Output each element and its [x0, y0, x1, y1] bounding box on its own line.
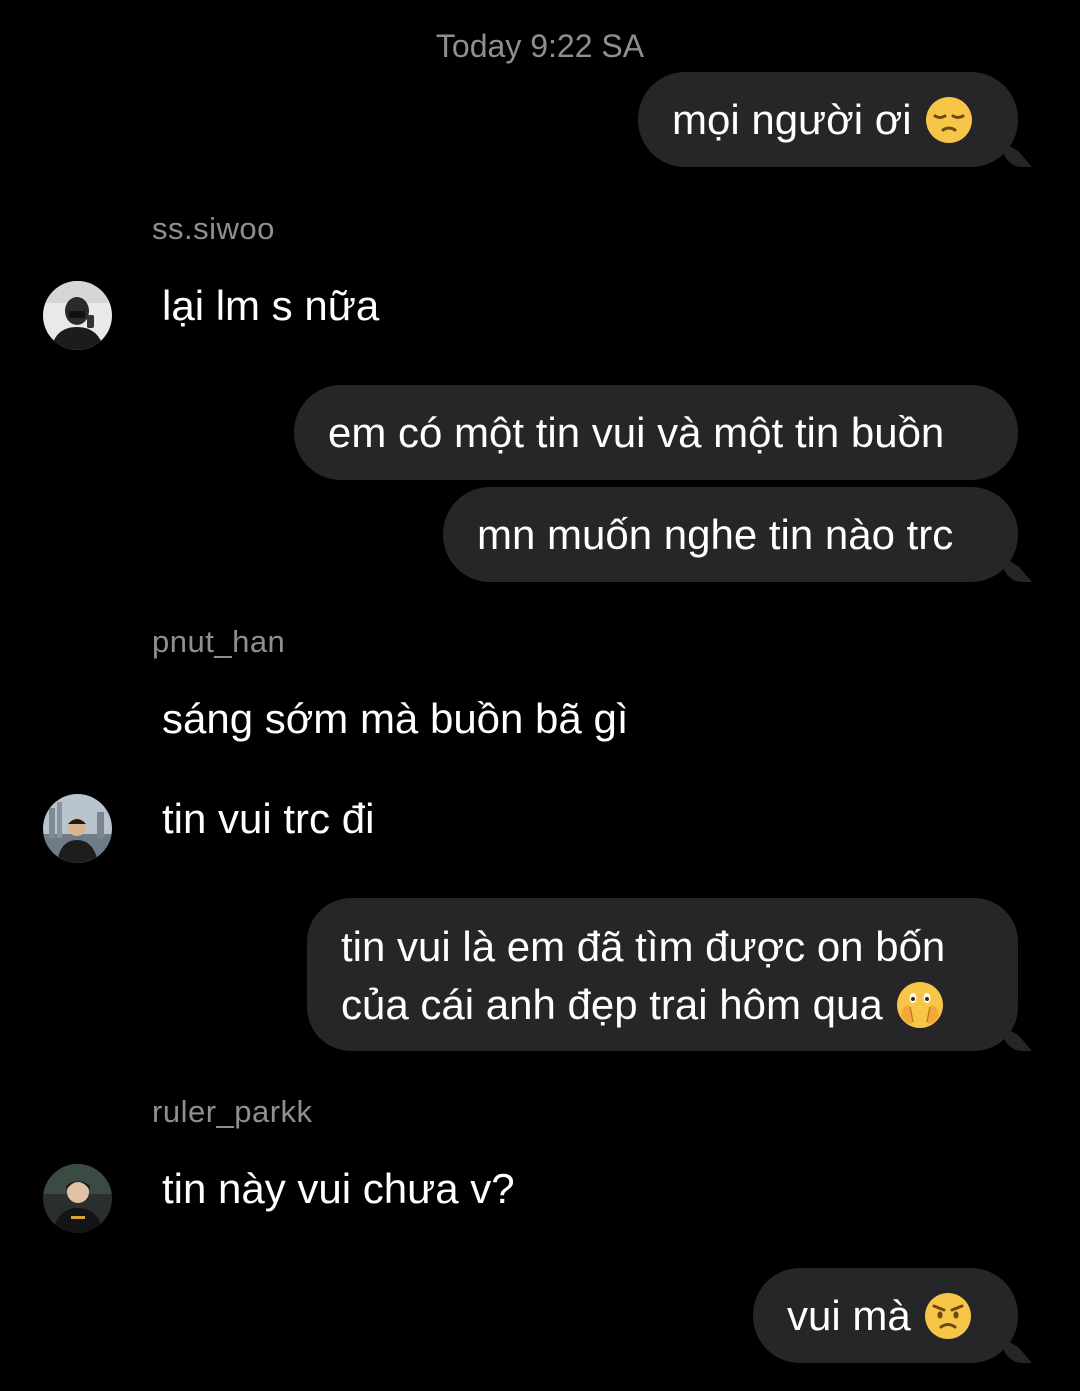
incoming-message[interactable]: tin vui trc đi	[162, 790, 374, 848]
message-text-line-2: của cái anh đẹp trai hôm qua	[341, 981, 883, 1028]
message-text: em có một tin vui và một tin buồn	[328, 408, 945, 456]
message-text: mọi người ơi	[672, 95, 912, 143]
outgoing-message[interactable]: mọi người ơi	[638, 72, 1018, 167]
sender-name: ss.siwoo	[152, 211, 275, 246]
message-text-line-1: tin vui là em đã tìm được on bốn	[341, 923, 946, 970]
outgoing-message[interactable]: em có một tin vui và một tin buồn	[294, 385, 1018, 480]
sender-name: ruler_parkk	[152, 1094, 313, 1129]
outgoing-message[interactable]: vui mà	[753, 1268, 1018, 1363]
incoming-message[interactable]: tin này vui chưa v?	[162, 1160, 515, 1218]
pensive-face-icon	[924, 95, 974, 145]
avatar[interactable]	[43, 794, 112, 863]
sender-name: pnut_han	[152, 624, 286, 659]
avatar[interactable]	[43, 281, 112, 350]
message-text: mn muốn nghe tin nào trc	[477, 510, 954, 558]
incoming-message[interactable]: lại lm s nữa	[162, 277, 379, 335]
outgoing-message[interactable]: tin vui là em đã tìm được on bốn của cái…	[307, 898, 1018, 1051]
face-with-open-eyes-and-hand-over-mouth-icon	[895, 980, 945, 1030]
avatar[interactable]	[43, 1164, 112, 1233]
outgoing-message[interactable]: mn muốn nghe tin nào trc	[443, 487, 1018, 582]
conversation-timestamp: Today 9:22 SA	[435, 28, 645, 64]
incoming-message[interactable]: sáng sớm mà buồn bã gì	[162, 690, 628, 748]
message-text: vui mà	[787, 1291, 911, 1339]
angry-face-icon	[923, 1291, 973, 1341]
